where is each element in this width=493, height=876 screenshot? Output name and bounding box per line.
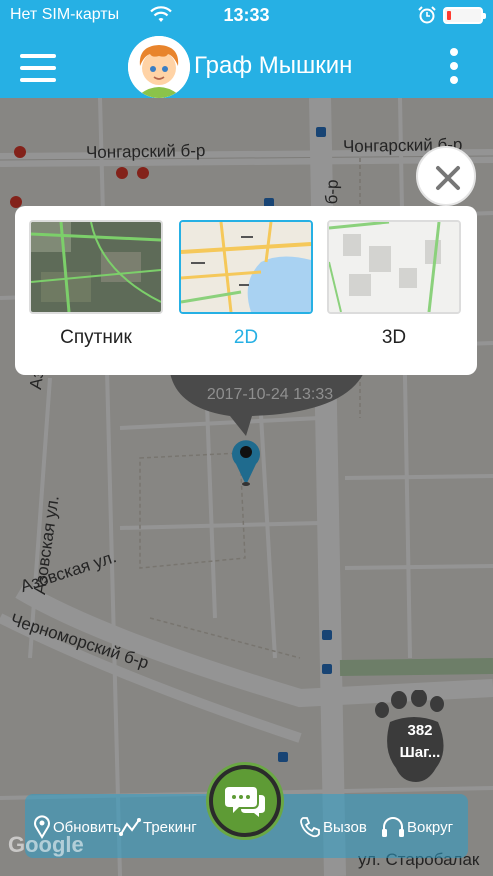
map-attribution: Google [8, 832, 84, 857]
map-type-label: 2D [233, 327, 259, 348]
map-type-label: 3D [381, 327, 407, 348]
map-type-3d[interactable]: 3D [327, 220, 461, 350]
chat-button[interactable] [206, 762, 284, 840]
steps-widget[interactable]: 382 Шаг... [370, 690, 460, 790]
page-title: Граф Мышкин [194, 52, 353, 79]
phone-icon [300, 817, 320, 838]
tracking-button[interactable]: Трекинг [119, 814, 197, 840]
steps-unit: Шаг... [399, 744, 441, 761]
map-type-2d[interactable]: 2D [179, 220, 313, 350]
call-label: Вызов [323, 818, 367, 836]
call-button[interactable]: Вызов [299, 814, 367, 840]
map-type-satellite[interactable]: Спутник [29, 220, 163, 350]
map-type-panel: Спутник 2D 3D [15, 206, 477, 375]
menu-icon[interactable] [20, 54, 56, 82]
headphones-icon [382, 817, 404, 837]
close-icon [436, 166, 460, 190]
around-button[interactable]: Вокруг [381, 814, 453, 840]
map-2d-thumbnail [179, 220, 313, 314]
map-type-label: Спутник [60, 327, 132, 348]
status-bar: Нет SIM-карты 13:33 [0, 0, 493, 34]
alarm-icon [418, 6, 436, 24]
tracking-icon [119, 818, 141, 836]
around-label: Вокруг [407, 818, 454, 836]
more-icon[interactable] [448, 46, 460, 86]
battery-icon [443, 7, 486, 24]
close-button[interactable] [416, 146, 476, 206]
avatar[interactable] [128, 36, 190, 98]
pin-icon[interactable] [228, 436, 264, 486]
header: Граф Мышкин [0, 34, 493, 98]
steps-count: 382 [407, 722, 433, 739]
location-timestamp: 2017-10-24 13:33 [206, 386, 334, 403]
satellite-thumbnail [29, 220, 163, 314]
map-3d-thumbnail [327, 220, 461, 314]
chat-icon [225, 787, 265, 817]
tracking-label: Трекинг [143, 818, 197, 836]
